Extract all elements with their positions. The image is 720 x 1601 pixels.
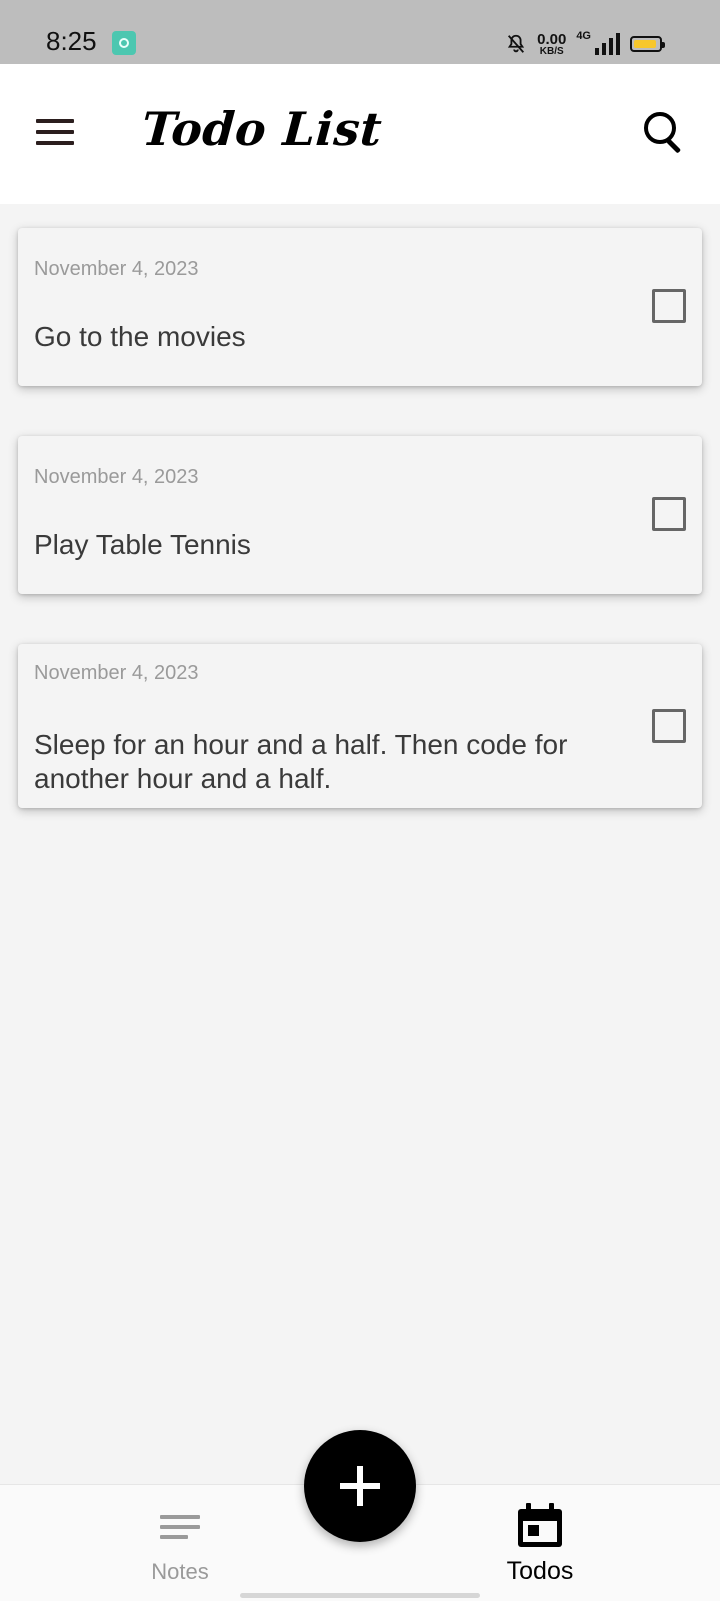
nav-item-notes[interactable]: Notes [80,1485,280,1601]
search-icon[interactable] [640,108,694,162]
home-indicator [240,1593,480,1598]
status-time: 8:25 [46,26,97,56]
add-todo-button[interactable] [304,1430,416,1542]
app-notification-icon [112,31,136,55]
net-speed-unit: KB/S [539,45,564,57]
todo-checkbox[interactable] [652,709,686,743]
todo-card[interactable]: November 4, 2023 Go to the movies [18,228,702,386]
todo-card[interactable]: November 4, 2023 Sleep for an hour and a… [18,644,702,808]
nav-label-notes: Notes [151,1559,209,1584]
page-title: Todo List [140,102,384,156]
signal-icon [595,33,620,55]
todo-date: November 4, 2023 [34,258,199,280]
todo-text: Sleep for an hour and a half. Then code … [34,729,568,794]
status-indicators: 0.00 KB/S 4G [505,30,665,58]
battery-icon [630,36,665,52]
todo-text: Go to the movies [34,321,246,352]
todo-checkbox[interactable] [652,289,686,323]
todo-text: Play Table Tennis [34,529,251,560]
net-speed: 0.00 KB/S [537,32,566,57]
calendar-icon [518,1503,562,1547]
net-speed-value: 0.00 [537,30,567,48]
notes-lines-icon [160,1515,200,1545]
bell-muted-icon [507,34,525,53]
todo-date: November 4, 2023 [34,662,199,684]
nav-label-todos: Todos [506,1557,574,1585]
todo-checkbox[interactable] [652,497,686,531]
todo-card[interactable]: November 4, 2023 Play Table Tennis [18,436,702,594]
app-bar: Todo List [0,64,720,204]
nav-item-todos[interactable]: Todos [440,1485,640,1601]
todo-date: November 4, 2023 [34,466,199,488]
hamburger-menu-icon[interactable] [24,104,88,160]
status-bar: 8:25 0.00 KB/S 4G [0,0,720,64]
network-type: 4G [576,30,591,42]
